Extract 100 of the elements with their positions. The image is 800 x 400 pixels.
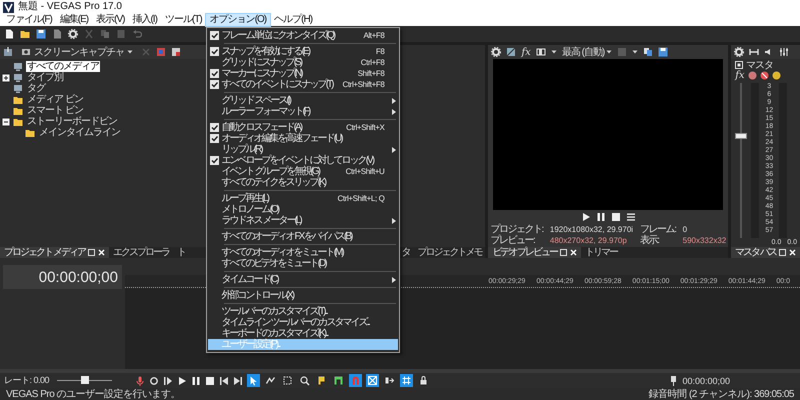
menu-item[interactable]: リップル(R) bbox=[208, 144, 398, 155]
collapse-icon[interactable] bbox=[2, 118, 10, 126]
autocross-tool-button[interactable] bbox=[366, 374, 379, 387]
menu-item[interactable]: グリッド スペース(I) bbox=[208, 95, 398, 106]
copy-icon[interactable] bbox=[100, 29, 110, 39]
play-from-start-icon[interactable] bbox=[163, 376, 173, 386]
rate-label: レート: 0.00 bbox=[4, 374, 50, 387]
close-icon[interactable] bbox=[789, 249, 796, 256]
mixer-icon[interactable] bbox=[779, 47, 790, 57]
restore-icon[interactable] bbox=[779, 249, 786, 256]
expand-icon[interactable] bbox=[2, 74, 10, 82]
panel-tab[interactable]: エクスプローラ bbox=[108, 247, 173, 258]
gear-icon[interactable] bbox=[68, 29, 78, 39]
menu-item[interactable]: グリッドにスナップ(S) Ctrl+F8 bbox=[208, 57, 398, 68]
menu-item[interactable]: キーボードのカスタマイズ(K)... bbox=[208, 328, 398, 339]
menubar-item[interactable]: ツール(T) bbox=[160, 14, 206, 26]
panel-tab[interactable]: トリマー bbox=[581, 247, 622, 258]
tree-item[interactable]: ストーリーボードビン bbox=[26, 116, 118, 127]
split-screen-icon[interactable] bbox=[506, 47, 516, 57]
open-folder-icon[interactable] bbox=[20, 29, 30, 39]
copy-frame-icon[interactable] bbox=[643, 47, 654, 57]
gear-icon[interactable] bbox=[734, 47, 744, 57]
media-icon bbox=[13, 72, 23, 82]
menu-item[interactable]: すべてのオーディオ FX をバイパス(B) bbox=[208, 231, 398, 242]
skip-back-icon[interactable] bbox=[219, 376, 229, 386]
menu-item[interactable]: イベント グループを無視(G) Ctrl+Shift+U bbox=[208, 166, 398, 177]
loop-icon[interactable] bbox=[149, 376, 159, 386]
close-icon[interactable] bbox=[570, 249, 578, 256]
menubar-item[interactable]: ヘルプ(H) bbox=[270, 14, 316, 26]
panel-tab[interactable]: ビデオ プレビュー bbox=[488, 247, 582, 258]
zoom-tool-button[interactable] bbox=[298, 374, 311, 387]
play-icon[interactable] bbox=[580, 212, 591, 222]
menu-item[interactable]: タイムライン ツールバーのカスタマイズ... bbox=[208, 317, 398, 328]
grid-tool-button[interactable] bbox=[400, 374, 413, 387]
close-icon[interactable] bbox=[98, 249, 105, 256]
menubar-item[interactable]: ファイル(F) bbox=[2, 14, 56, 26]
menu-item[interactable]: メトロノーム(O) bbox=[208, 204, 398, 215]
effect-icon[interactable] bbox=[748, 71, 757, 80]
master-fx-button[interactable]: fx bbox=[735, 70, 745, 81]
shortcut-label: Ctrl+F8 bbox=[360, 57, 384, 68]
menu-item[interactable]: すべてのテイクをスリップ(K) bbox=[208, 177, 398, 188]
menu-item[interactable]: マーカーにスナップ(N) Shift+F8 bbox=[208, 68, 398, 79]
menu-item[interactable]: すべてのイベントにスナップ(T) Ctrl+Shift+F8 bbox=[208, 79, 398, 90]
menubar-item[interactable]: 編集(E) bbox=[56, 14, 92, 26]
menu-item[interactable]: ループ再生(L) Ctrl+Shift+L; Q bbox=[208, 193, 398, 204]
tree-item[interactable]: タイプ別 bbox=[26, 72, 64, 83]
menubar-item[interactable]: 表示(V) bbox=[92, 14, 128, 26]
menu-item[interactable]: オーディオ編集を高速フェード(U) bbox=[208, 133, 398, 144]
shortcut-label: Ctrl+Shift+U bbox=[346, 166, 384, 177]
new-file-icon[interactable] bbox=[4, 29, 14, 39]
tree-item[interactable]: すべてのメディア bbox=[26, 61, 100, 72]
tree-item[interactable]: タグ bbox=[26, 83, 46, 94]
menu-item[interactable]: タイムコード(C) bbox=[208, 274, 398, 285]
panel-tab[interactable]: タ bbox=[397, 247, 414, 258]
menu-item[interactable]: 自動クロスフェード(A) Ctrl+Shift+X bbox=[208, 122, 398, 133]
restore-icon[interactable] bbox=[88, 249, 95, 256]
video-fx-button[interactable]: fx bbox=[521, 46, 531, 58]
pause-icon[interactable] bbox=[191, 376, 201, 386]
menu-item[interactable]: フレーム単位にクオンタイズ(Q) Alt+F8 bbox=[208, 30, 398, 41]
solo-icon[interactable] bbox=[772, 71, 781, 80]
panel-tab[interactable]: プロジェクトメモ bbox=[413, 247, 486, 258]
marker-pin-icon bbox=[670, 376, 678, 386]
menu-item[interactable]: 外部コントロール(X) bbox=[208, 290, 398, 301]
menu-item[interactable]: スナップを有効にする(E) F8 bbox=[208, 46, 398, 57]
menu-item[interactable]: すべてのオーディオをミュート(M) bbox=[208, 247, 398, 258]
panel-tab[interactable]: マスタ バス bbox=[731, 247, 800, 258]
tree-item[interactable]: メインタイムライン bbox=[38, 127, 121, 138]
menu-icon[interactable] bbox=[626, 212, 636, 222]
menu-item[interactable]: ツールバーのカスタマイズ(T)... bbox=[208, 306, 398, 317]
microphone-icon[interactable] bbox=[135, 376, 145, 386]
pause-icon[interactable] bbox=[596, 212, 606, 222]
menubar-item[interactable]: 挿入(I) bbox=[128, 14, 161, 26]
save-snapshot-icon[interactable] bbox=[658, 47, 668, 57]
menu-item[interactable]: すべてのビデオをミュート(D) bbox=[208, 258, 398, 269]
stop-icon[interactable] bbox=[610, 212, 621, 222]
restore-icon[interactable] bbox=[560, 249, 568, 256]
mute-icon[interactable] bbox=[760, 71, 769, 80]
menubar-item[interactable]: オプション(O) bbox=[206, 14, 270, 26]
skip-forward-icon[interactable] bbox=[233, 376, 243, 386]
volume-fader[interactable] bbox=[735, 132, 748, 139]
overlay-icon[interactable] bbox=[536, 47, 546, 57]
caret-icon bbox=[127, 49, 133, 55]
menu-item[interactable]: ラウドネス メーター(L) bbox=[208, 215, 398, 226]
panel-tab[interactable]: プロジェクト メディア bbox=[0, 247, 109, 258]
undo-icon[interactable] bbox=[132, 29, 142, 39]
stop-icon[interactable] bbox=[205, 376, 215, 386]
rate-slider-thumb[interactable] bbox=[80, 376, 89, 384]
panel-tab[interactable]: ト bbox=[172, 247, 189, 258]
tree-item[interactable]: スマート ビン bbox=[26, 105, 84, 116]
master-title: マスタ bbox=[746, 58, 774, 72]
normal-tool-button[interactable] bbox=[247, 374, 260, 387]
save-icon[interactable] bbox=[36, 29, 46, 39]
region-tool-button[interactable] bbox=[332, 374, 345, 387]
quality-dropdown[interactable]: 最高 (自動) bbox=[562, 45, 612, 59]
tree-item[interactable]: メディア ビン bbox=[26, 94, 84, 105]
gear-icon[interactable] bbox=[491, 47, 502, 57]
selection-tool-button[interactable] bbox=[281, 374, 294, 387]
play-icon[interactable] bbox=[177, 376, 187, 386]
menu-item[interactable]: ルーラー フォーマット(F) bbox=[208, 106, 398, 117]
menu-item[interactable]: エンベロープをイベントに対してロック(V) bbox=[208, 155, 398, 166]
